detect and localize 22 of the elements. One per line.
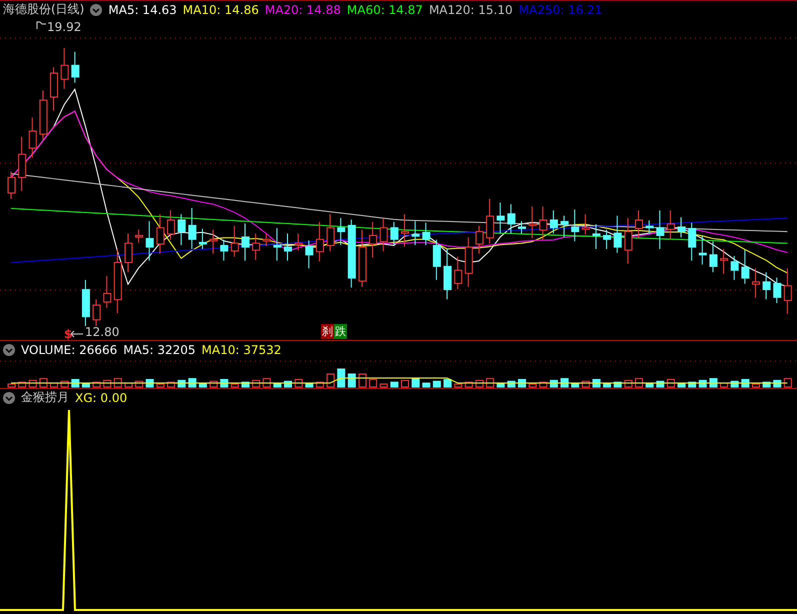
- ma-label: MA60: 14.87: [346, 2, 423, 16]
- ma-label: MA250: 16.21: [518, 2, 602, 16]
- ma-label: MA10: 14.86: [182, 2, 259, 16]
- volume-label: VOLUME: 26666: [21, 342, 118, 356]
- ma-label: MA120: 15.10: [428, 2, 513, 16]
- stock-title: 海德股份(日线): [3, 1, 84, 18]
- volume-label: MA5: 32205: [123, 342, 196, 356]
- low-price-label: 12.80: [85, 326, 120, 339]
- signal-mark: $: [64, 327, 72, 341]
- arrow-icon: [70, 330, 84, 338]
- flag-marker-icon: [36, 21, 46, 29]
- signal-badge: 跌: [334, 324, 347, 339]
- dropdown-icon[interactable]: [3, 392, 15, 404]
- indicator-label: XG: 0.00: [75, 390, 128, 404]
- ma-label: MA5: 14.63: [108, 2, 177, 16]
- ma-label: MA20: 14.88: [264, 2, 341, 16]
- high-price-label: 19.92: [47, 20, 82, 34]
- dropdown-icon[interactable]: [90, 4, 102, 16]
- signal-badge: 刹: [321, 324, 334, 339]
- volume-label: MA10: 37532: [202, 342, 282, 356]
- indicator-name: 金猴捞月: [21, 389, 69, 406]
- dropdown-icon[interactable]: [3, 344, 15, 356]
